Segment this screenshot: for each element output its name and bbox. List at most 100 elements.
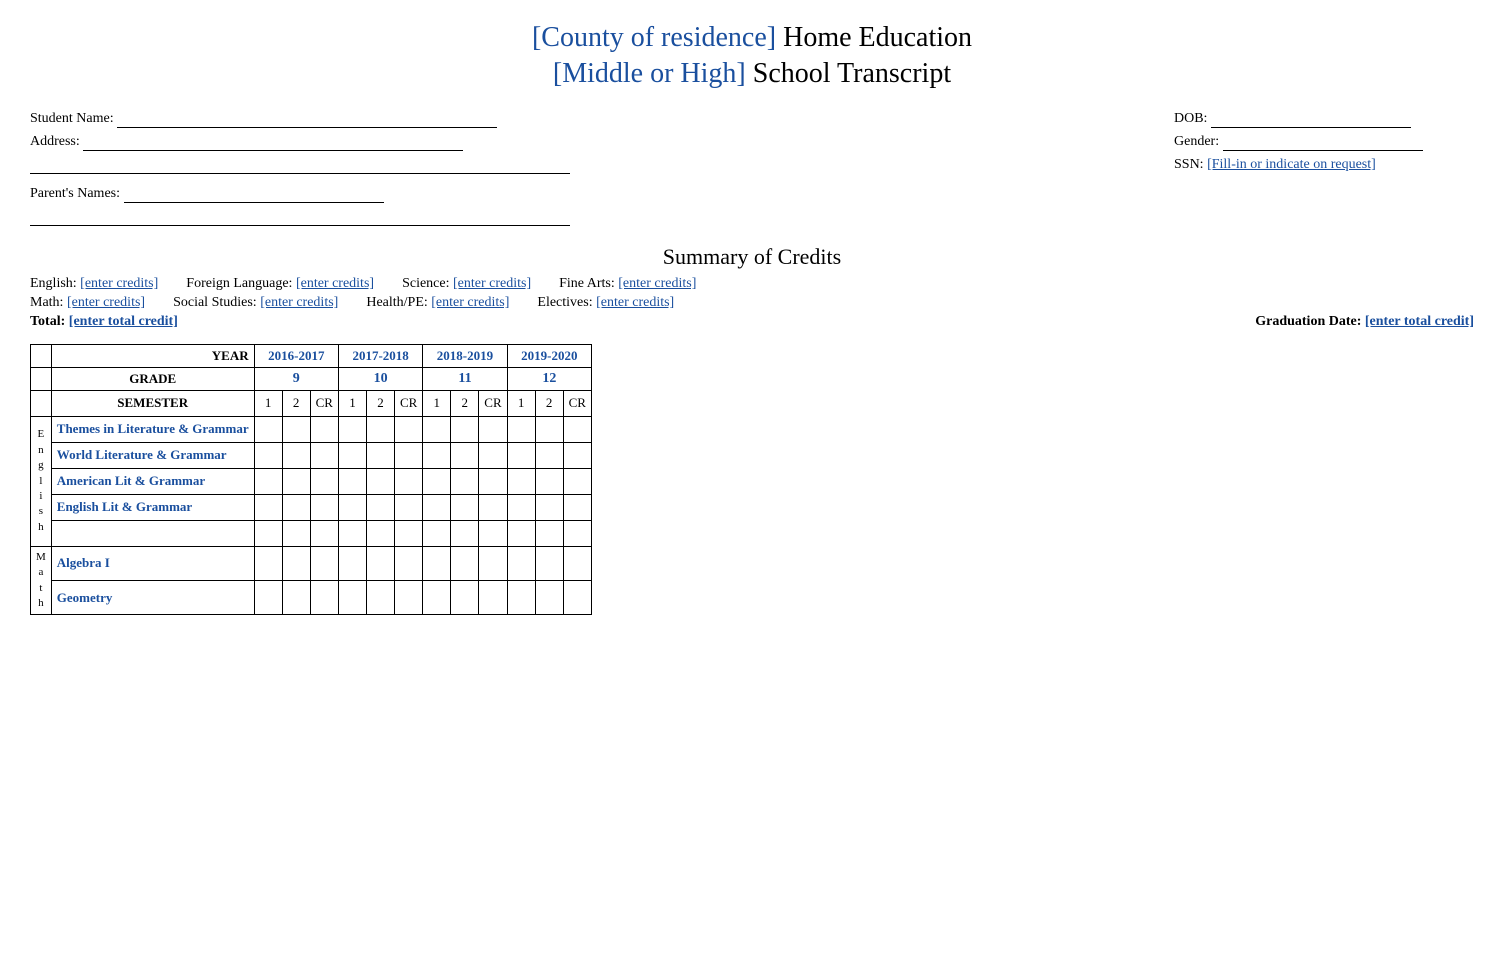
- alg-s1-1[interactable]: [254, 546, 282, 580]
- fine-arts-credit-value[interactable]: [enter credits]: [618, 276, 696, 291]
- course-world-lit[interactable]: World Literature & Grammar: [51, 442, 254, 468]
- course-themes-lit[interactable]: Themes in Literature & Grammar: [51, 416, 254, 442]
- foreign-language-credit-value[interactable]: [enter credits]: [296, 276, 374, 291]
- ssn-link[interactable]: [Fill-in or indicate on request]: [1207, 157, 1376, 172]
- dob-field[interactable]: [1211, 111, 1411, 128]
- themes-s3-2[interactable]: [451, 416, 479, 442]
- geo-s1-1[interactable]: [254, 581, 282, 615]
- englit-s1-1[interactable]: [254, 494, 282, 520]
- empty-s4-2[interactable]: [535, 520, 563, 546]
- empty-s1-2[interactable]: [282, 520, 310, 546]
- course-english-lit[interactable]: English Lit & Grammar: [51, 494, 254, 520]
- englit-s3-1[interactable]: [423, 494, 451, 520]
- electives-credit-value[interactable]: [enter credits]: [596, 295, 674, 310]
- alg-s4-1[interactable]: [507, 546, 535, 580]
- alg-s3-2[interactable]: [451, 546, 479, 580]
- amlit-s4-2[interactable]: [535, 468, 563, 494]
- empty-s2-2[interactable]: [366, 520, 394, 546]
- english-empty-course[interactable]: [51, 520, 254, 546]
- empty-s1-1[interactable]: [254, 520, 282, 546]
- alg-cr4[interactable]: [563, 546, 591, 580]
- empty-cr3[interactable]: [479, 520, 507, 546]
- worldlit-s2-1[interactable]: [338, 442, 366, 468]
- worldlit-cr3[interactable]: [479, 442, 507, 468]
- alg-s3-1[interactable]: [423, 546, 451, 580]
- alg-s2-1[interactable]: [338, 546, 366, 580]
- themes-cr4[interactable]: [563, 416, 591, 442]
- themes-s2-1[interactable]: [338, 416, 366, 442]
- worldlit-cr1[interactable]: [310, 442, 338, 468]
- amlit-s2-2[interactable]: [366, 468, 394, 494]
- englit-cr4[interactable]: [563, 494, 591, 520]
- geo-cr3[interactable]: [479, 581, 507, 615]
- themes-s3-1[interactable]: [423, 416, 451, 442]
- empty-cr4[interactable]: [563, 520, 591, 546]
- parents-names-field[interactable]: [124, 186, 384, 203]
- geo-s2-2[interactable]: [366, 581, 394, 615]
- science-credit-value[interactable]: [enter credits]: [453, 276, 531, 291]
- alg-s4-2[interactable]: [535, 546, 563, 580]
- geo-s3-1[interactable]: [423, 581, 451, 615]
- grad-value[interactable]: [enter total credit]: [1365, 314, 1474, 329]
- social-studies-credit-value[interactable]: [enter credits]: [260, 295, 338, 310]
- alg-s1-2[interactable]: [282, 546, 310, 580]
- course-american-lit[interactable]: American Lit & Grammar: [51, 468, 254, 494]
- empty-s2-1[interactable]: [338, 520, 366, 546]
- total-value[interactable]: [enter total credit]: [69, 314, 178, 329]
- themes-s1-2[interactable]: [282, 416, 310, 442]
- geo-s4-2[interactable]: [535, 581, 563, 615]
- course-geometry[interactable]: Geometry: [51, 581, 254, 615]
- worldlit-cr2[interactable]: [394, 442, 422, 468]
- student-name-field[interactable]: [117, 111, 497, 128]
- englit-cr1[interactable]: [310, 494, 338, 520]
- englit-s1-2[interactable]: [282, 494, 310, 520]
- amlit-s1-2[interactable]: [282, 468, 310, 494]
- englit-s3-2[interactable]: [451, 494, 479, 520]
- worldlit-s4-1[interactable]: [507, 442, 535, 468]
- englit-s2-2[interactable]: [366, 494, 394, 520]
- alg-cr2[interactable]: [394, 546, 422, 580]
- geo-s1-2[interactable]: [282, 581, 310, 615]
- empty-cr1[interactable]: [310, 520, 338, 546]
- themes-s2-2[interactable]: [366, 416, 394, 442]
- amlit-cr4[interactable]: [563, 468, 591, 494]
- geo-s3-2[interactable]: [451, 581, 479, 615]
- amlit-cr2[interactable]: [394, 468, 422, 494]
- worldlit-s3-1[interactable]: [423, 442, 451, 468]
- alg-cr1[interactable]: [310, 546, 338, 580]
- themes-s1-1[interactable]: [254, 416, 282, 442]
- englit-cr2[interactable]: [394, 494, 422, 520]
- alg-cr3[interactable]: [479, 546, 507, 580]
- worldlit-s3-2[interactable]: [451, 442, 479, 468]
- english-credit-value[interactable]: [enter credits]: [80, 276, 158, 291]
- geo-cr2[interactable]: [394, 581, 422, 615]
- themes-cr1[interactable]: [310, 416, 338, 442]
- geo-cr1[interactable]: [310, 581, 338, 615]
- empty-s3-2[interactable]: [451, 520, 479, 546]
- themes-s4-2[interactable]: [535, 416, 563, 442]
- geo-cr4[interactable]: [563, 581, 591, 615]
- englit-s4-1[interactable]: [507, 494, 535, 520]
- englit-s2-1[interactable]: [338, 494, 366, 520]
- course-algebra[interactable]: Algebra I: [51, 546, 254, 580]
- empty-s3-1[interactable]: [423, 520, 451, 546]
- empty-s4-1[interactable]: [507, 520, 535, 546]
- amlit-s3-1[interactable]: [423, 468, 451, 494]
- empty-cr2[interactable]: [394, 520, 422, 546]
- englit-cr3[interactable]: [479, 494, 507, 520]
- worldlit-s1-1[interactable]: [254, 442, 282, 468]
- math-credit-value[interactable]: [enter credits]: [67, 295, 145, 310]
- amlit-s1-1[interactable]: [254, 468, 282, 494]
- address-field[interactable]: [83, 134, 463, 151]
- themes-cr3[interactable]: [479, 416, 507, 442]
- themes-cr2[interactable]: [394, 416, 422, 442]
- themes-s4-1[interactable]: [507, 416, 535, 442]
- amlit-s3-2[interactable]: [451, 468, 479, 494]
- worldlit-s2-2[interactable]: [366, 442, 394, 468]
- amlit-s2-1[interactable]: [338, 468, 366, 494]
- worldlit-cr4[interactable]: [563, 442, 591, 468]
- alg-s2-2[interactable]: [366, 546, 394, 580]
- geo-s2-1[interactable]: [338, 581, 366, 615]
- amlit-cr1[interactable]: [310, 468, 338, 494]
- gender-field[interactable]: [1223, 134, 1423, 151]
